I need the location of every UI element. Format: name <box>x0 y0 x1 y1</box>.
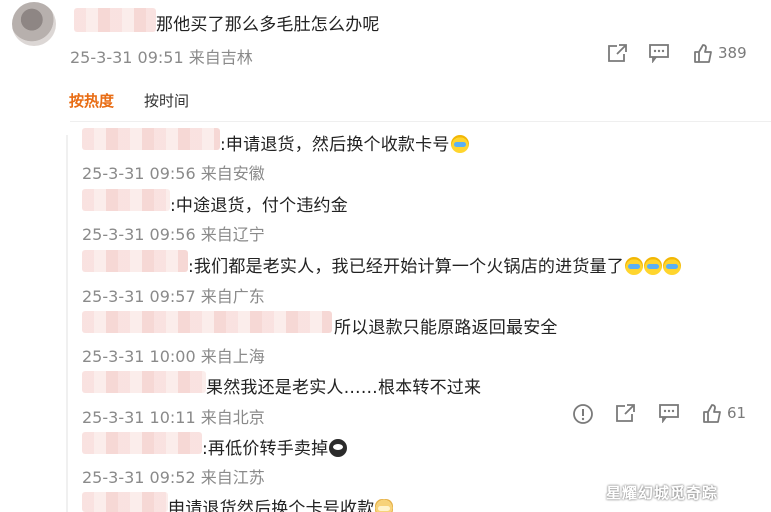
username-blurred[interactable] <box>82 250 188 272</box>
laugh-cry-emoji-icon <box>624 257 643 275</box>
watermark: 星耀幻城觅奇踪 <box>606 484 719 502</box>
reply-meta: 25-3-31 09:56 来自安徽 <box>82 164 265 183</box>
reply-meta: 25-3-31 10:00 来自上海 <box>82 347 265 366</box>
comment-button[interactable] <box>658 403 680 423</box>
reply-text: :中途退货，付个违约金 <box>170 196 348 216</box>
username-blurred[interactable] <box>74 8 156 32</box>
laugh-cry-emoji-icon <box>643 257 662 275</box>
dark-face-emoji-icon <box>329 439 348 457</box>
reply-text: 果然我还是老实人……根本转不过来 <box>206 378 482 398</box>
like-count: 389 <box>718 44 747 62</box>
reply-meta: 25-3-31 10:11 来自北京 <box>82 408 265 427</box>
comment-icon <box>649 44 669 63</box>
like-button[interactable]: 389 <box>692 42 747 64</box>
comment-button[interactable] <box>648 43 670 63</box>
cat-emoji-icon <box>375 499 394 512</box>
like-count: 61 <box>727 404 747 422</box>
reply-meta: 25-3-31 09:56 来自辽宁 <box>82 225 265 244</box>
reply-meta: 25-3-31 09:52 来自江苏 <box>82 468 265 487</box>
thumbs-up-icon <box>694 44 712 63</box>
comment-icon <box>659 404 679 423</box>
username-blurred[interactable] <box>82 371 206 393</box>
share-icon <box>616 404 635 422</box>
username-blurred[interactable] <box>82 128 220 150</box>
reply-meta: 25-3-31 09:57 来自广东 <box>82 287 265 306</box>
laugh-cry-emoji-icon <box>450 135 469 153</box>
report-icon <box>573 404 593 424</box>
username-blurred[interactable] <box>82 189 170 211</box>
username-blurred[interactable] <box>82 311 332 333</box>
like-button[interactable]: 61 <box>701 402 746 424</box>
reply-thread-line <box>66 135 68 512</box>
share-icon <box>608 44 627 62</box>
reply-text: :我们都是老实人，我已经开始计算一个火锅店的进货量了 <box>188 252 681 277</box>
divider <box>70 121 771 122</box>
reply-text: :申请退货，然后换个收款卡号 <box>220 130 469 155</box>
share-button[interactable] <box>606 43 628 63</box>
top-comment-text: 那他买了那么多毛肚怎么办呢 <box>156 15 380 35</box>
username-blurred[interactable] <box>82 492 168 512</box>
tab-time[interactable]: 按时间 <box>144 90 189 111</box>
tab-hot[interactable]: 按热度 <box>69 90 114 111</box>
reply-text: 所以退款只能原路返回最安全 <box>334 318 558 338</box>
reply-text: 申请退货然后换个卡号收款 <box>168 494 394 512</box>
laugh-cry-emoji-icon <box>662 257 681 275</box>
avatar[interactable] <box>12 2 56 46</box>
report-button[interactable] <box>572 403 594 425</box>
top-comment-meta: 25-3-31 09:51 来自吉林 <box>70 48 253 67</box>
share-button[interactable] <box>614 403 636 423</box>
thumbs-up-icon <box>703 404 721 423</box>
reply-text: :再低价转手卖掉 <box>202 434 348 459</box>
username-blurred[interactable] <box>82 432 202 454</box>
